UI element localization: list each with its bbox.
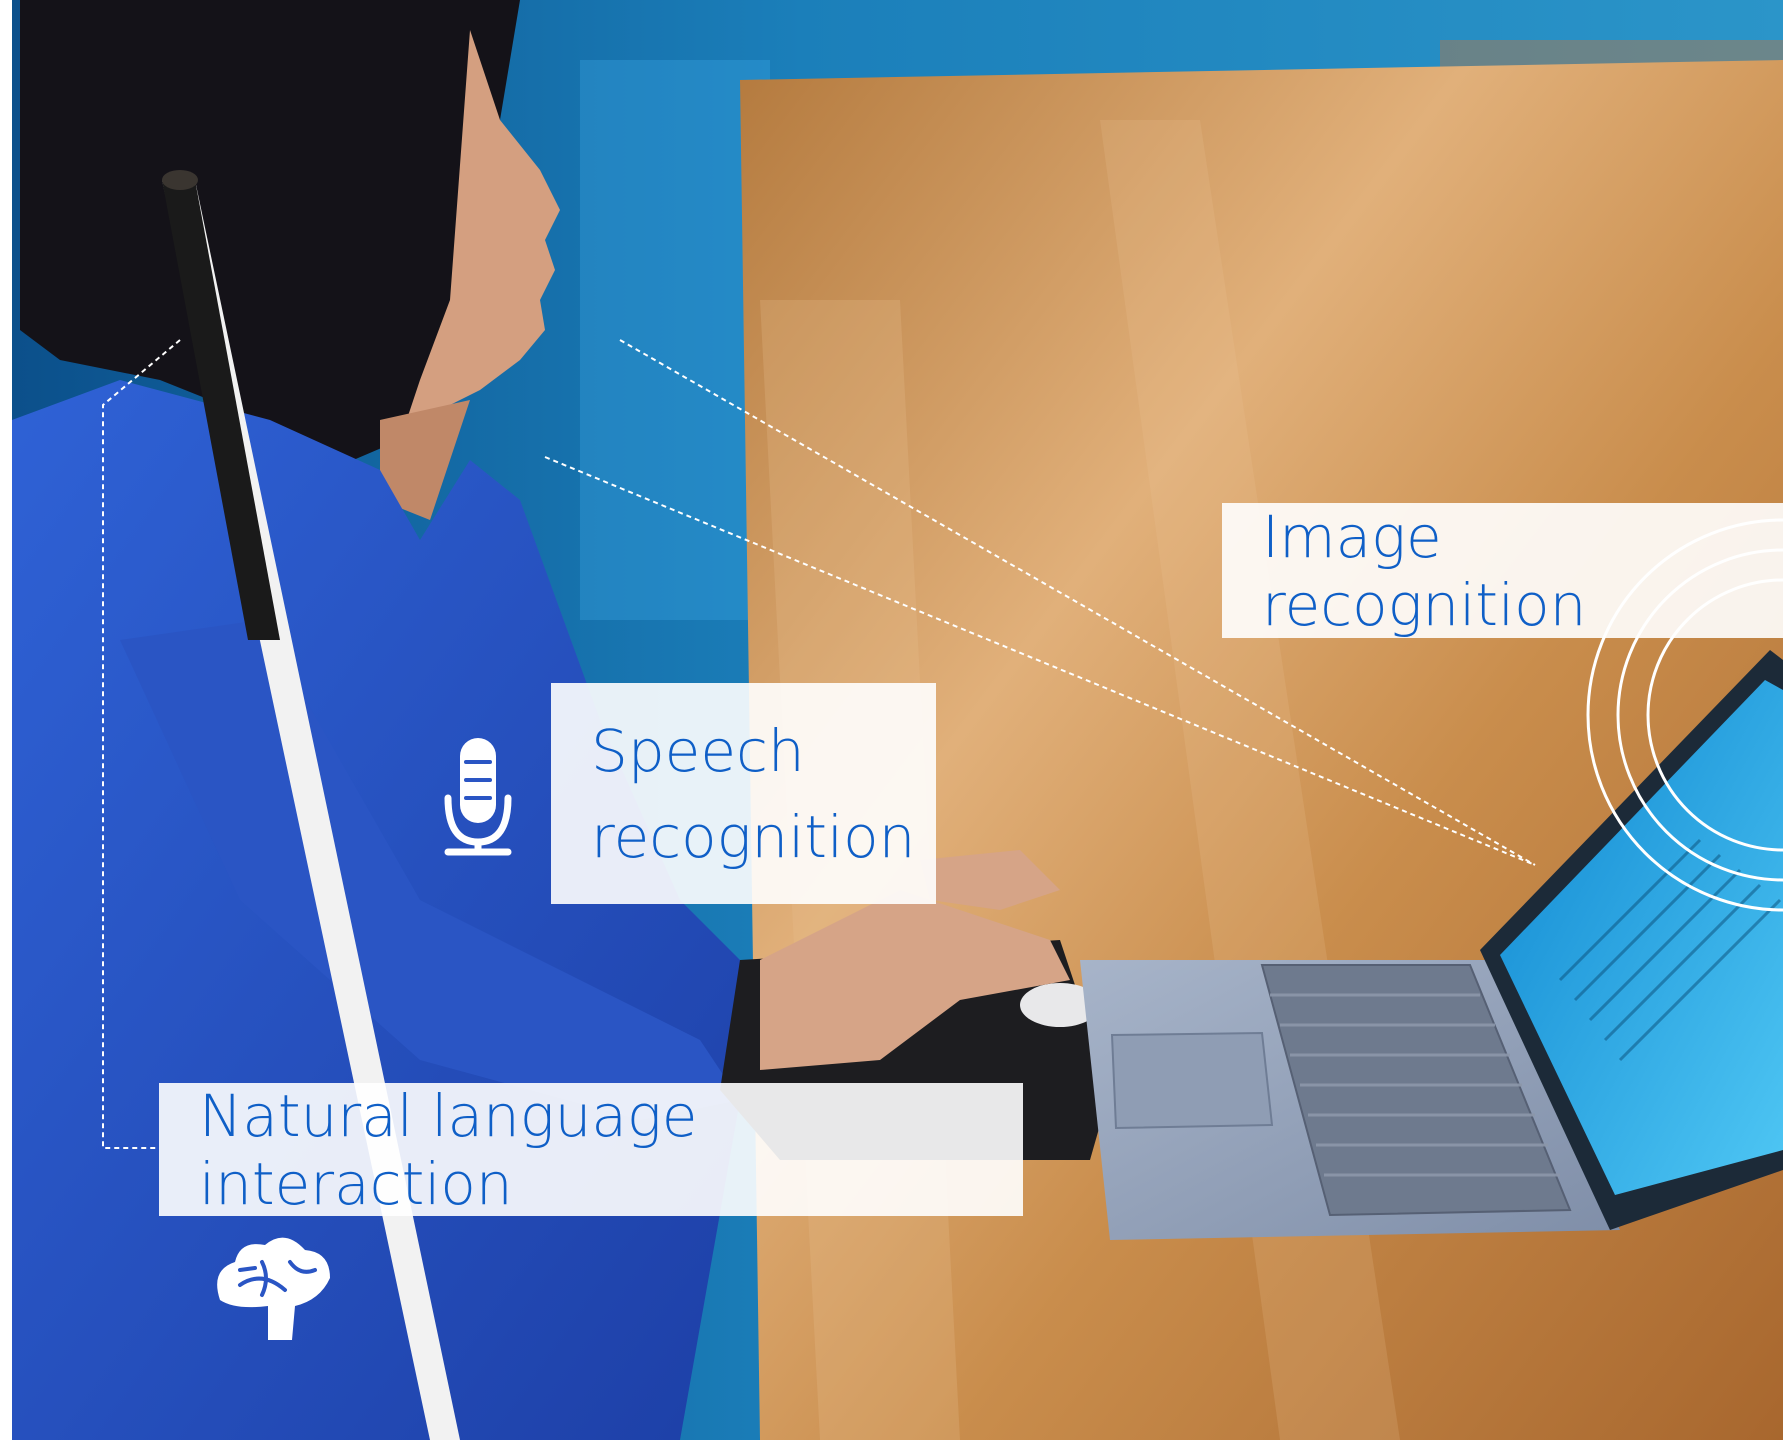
speech-recognition-text-line2: recognition [591, 802, 916, 871]
natural-language-label: Natural language interaction [159, 1081, 1023, 1218]
image-recognition-text: Image recognition [1262, 502, 1587, 639]
image-recognition-label: Image recognition [1222, 502, 1783, 639]
cane-tip [162, 170, 198, 190]
photo-scene: Image recognition Speech recognition Nat… [0, 0, 1783, 1440]
natural-language-text: Natural language interaction [199, 1081, 698, 1218]
laptop-trackpad [1110, 1031, 1274, 1130]
left-border [0, 0, 12, 1440]
speech-recognition-text-line1: Speech [591, 716, 805, 785]
speech-recognition-label: Speech recognition [551, 683, 936, 904]
